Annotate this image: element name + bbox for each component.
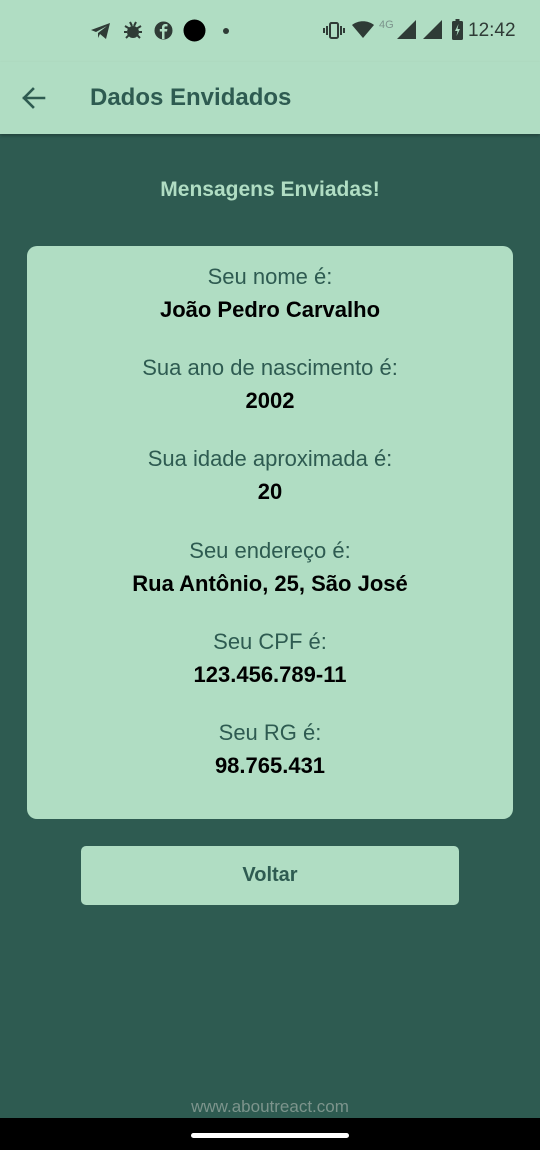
- messages-heading: Mensagens Enviadas!: [160, 178, 380, 201]
- home-gesture-handle[interactable]: [191, 1133, 349, 1138]
- facebook-icon: [154, 21, 173, 40]
- small-dot-icon: [223, 28, 229, 34]
- cpf-value: 123.456.789-11: [193, 662, 347, 687]
- bug-icon: [124, 21, 142, 39]
- name-label: Seu nome é:: [207, 264, 333, 289]
- back-action-button[interactable]: Voltar: [81, 846, 459, 905]
- page-title: Dados Envidados: [90, 84, 292, 111]
- rg-label: Seu RG é:: [218, 720, 322, 745]
- signal-icon: [423, 20, 442, 39]
- birth-year-label: Sua ano de nascimento é:: [142, 355, 398, 380]
- record-dot-icon: [183, 19, 206, 42]
- navigation-bar: [0, 1118, 540, 1150]
- sent-data-card: Seu nome é: João Pedro Carvalho Sua ano …: [27, 246, 513, 819]
- arrow-left-icon: [22, 87, 46, 109]
- rg-value: 98.765.431: [214, 753, 326, 778]
- signal-icon: [397, 20, 416, 39]
- battery-charging-icon: [452, 19, 463, 40]
- birth-year-value: 2002: [245, 388, 295, 413]
- network-type-label: 4G: [379, 19, 394, 31]
- age-label: Sua idade aproximada é:: [147, 446, 393, 471]
- back-button[interactable]: [16, 80, 52, 116]
- address-value: Rua Antônio, 25, São José: [132, 571, 408, 596]
- status-time: 12:42: [468, 20, 516, 41]
- telegram-icon: [91, 23, 110, 39]
- address-label: Seu endereço é:: [189, 538, 351, 563]
- age-value: 20: [257, 479, 283, 504]
- footer-link[interactable]: www.aboutreact.com: [0, 1097, 540, 1117]
- app-bar: Dados Envidados: [0, 62, 540, 134]
- cpf-label: Seu CPF é:: [213, 629, 327, 654]
- status-bar: 4G 12:42: [0, 0, 540, 62]
- name-value: João Pedro Carvalho: [159, 297, 381, 322]
- vibrate-icon: [323, 22, 345, 39]
- wifi-icon: [352, 21, 374, 38]
